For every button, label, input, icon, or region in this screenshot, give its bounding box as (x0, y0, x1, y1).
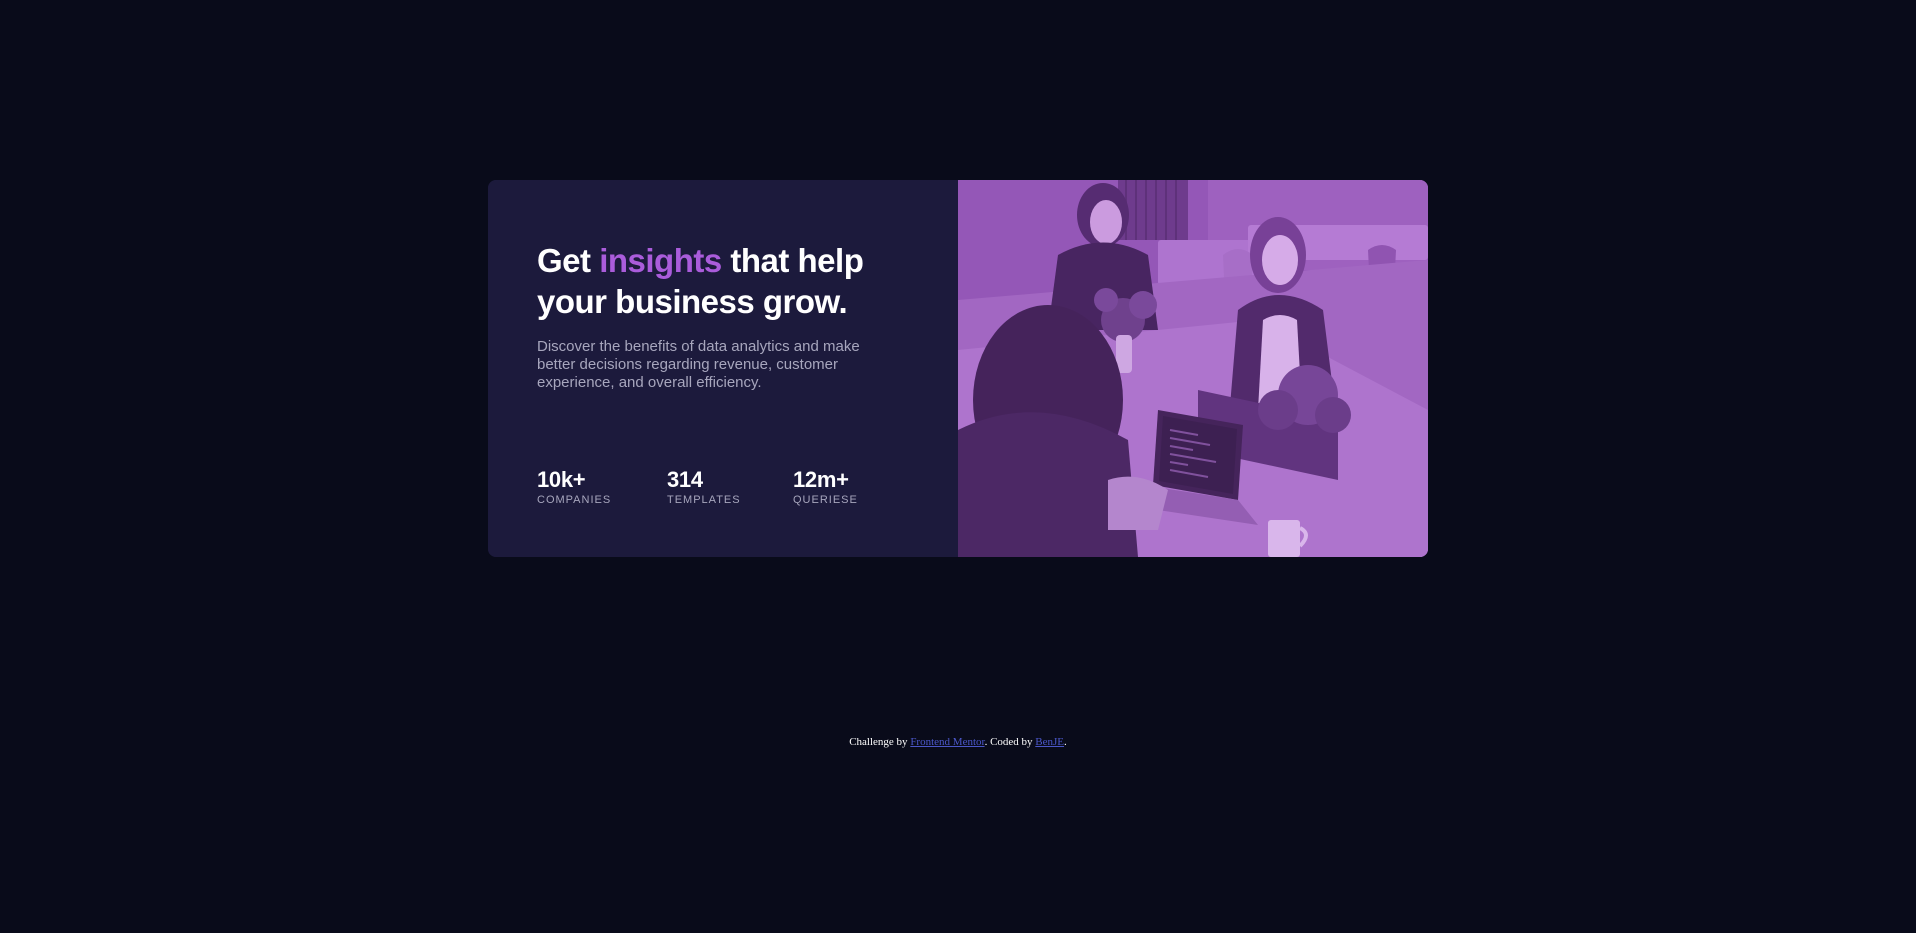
stats-preview-card: Get insights that help your business gro… (488, 180, 1428, 557)
header-image (958, 180, 1428, 557)
heading-accent-word: insights (599, 242, 722, 279)
author-link[interactable]: BenJE (1035, 736, 1064, 748)
stat-templates: 314 TEMPLATES (667, 467, 741, 507)
stat-label: COMPANIES (537, 494, 612, 506)
stat-value: 314 (667, 467, 703, 492)
stat-queries: 12m+ QUERIESE (793, 467, 858, 507)
card-text-panel: Get insights that help your business gro… (488, 180, 958, 557)
office-team-photo-icon (958, 180, 1428, 557)
attribution-middle: . Coded by (984, 736, 1036, 748)
card-description: Discover the benefits of data analytics … (537, 338, 860, 391)
stat-companies: 10k+ COMPANIES (537, 467, 611, 507)
card-heading: Get insights that help your business gro… (537, 240, 917, 322)
attribution-prefix: Challenge by (849, 736, 911, 748)
stat-label: QUERIESE (793, 494, 858, 506)
stat-label: TEMPLATES (667, 494, 741, 506)
heading-text-start: Get (537, 242, 600, 279)
frontend-mentor-link[interactable]: Frontend Mentor (910, 736, 984, 748)
stat-value: 10k+ (537, 467, 586, 492)
attribution-footer: Challenge by Frontend Mentor. Coded by B… (0, 735, 1916, 749)
stat-value: 12m+ (793, 467, 849, 492)
attribution-suffix: . (1064, 736, 1067, 748)
